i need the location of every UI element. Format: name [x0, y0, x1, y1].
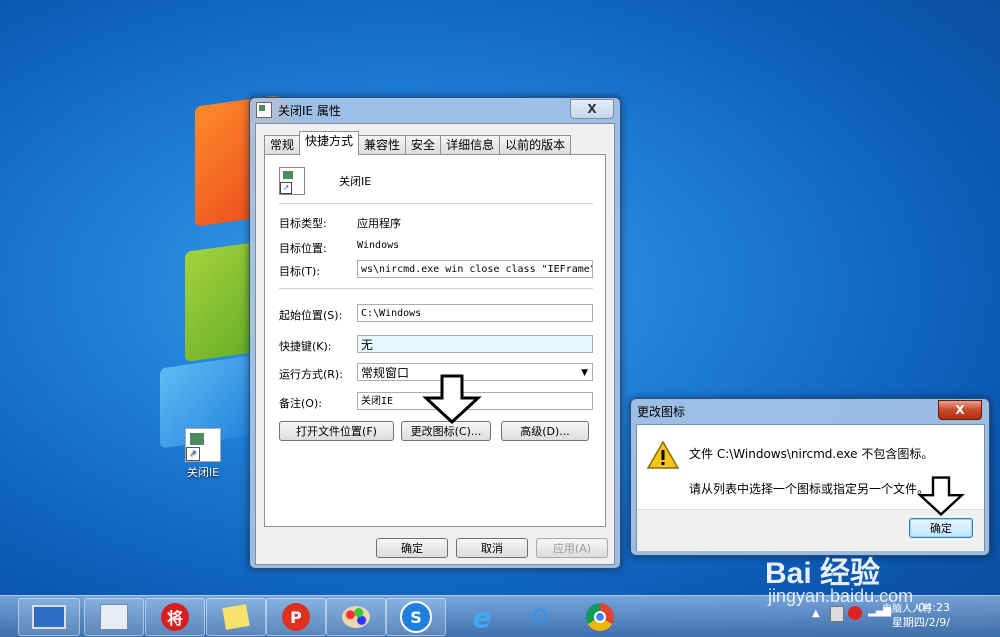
separator	[279, 288, 593, 289]
tab-previous-versions[interactable]: 以前的版本	[499, 135, 572, 155]
explorer-icon	[100, 604, 128, 630]
shortcut-tab-content: ↗ 关闭IE 目标类型: 应用程序 目标位置: Windows 目标(T): w…	[264, 154, 606, 527]
p-app-icon: P	[282, 603, 310, 631]
target-type-label: 目标类型:	[279, 217, 327, 230]
clock-date: 星期四/2/9/	[891, 616, 950, 629]
taskbar-p-app[interactable]: P	[266, 598, 326, 636]
close-button[interactable]: X	[938, 400, 982, 420]
desktop-shortcut-close-ie[interactable]: 关闭IE	[178, 428, 228, 480]
close-button[interactable]: X	[570, 99, 614, 119]
taskbar-sticky-notes[interactable]	[206, 598, 266, 636]
tab-details[interactable]: 详细信息	[440, 135, 501, 155]
start-in-label: 起始位置(S):	[279, 309, 343, 322]
target-label: 目标(T):	[279, 265, 321, 278]
cancel-button[interactable]: 取消	[456, 538, 528, 558]
tab-general[interactable]: 常规	[264, 135, 301, 155]
target-type-value: 应用程序	[357, 217, 401, 230]
run-label: 运行方式(R):	[279, 368, 343, 381]
separator	[279, 203, 593, 204]
tab-strip: 常规 快捷方式 兼容性 安全 详细信息 以前的版本	[264, 131, 572, 155]
open-file-location-button[interactable]: 打开文件位置(F)	[279, 421, 394, 441]
tab-shortcut[interactable]: 快捷方式	[299, 131, 360, 155]
taskbar-ie[interactable]: e	[452, 598, 512, 636]
dialog-message-1: 文件 C:\Windows\nircmd.exe 不包含图标。	[689, 447, 934, 461]
annotation-arrow-icon	[422, 374, 482, 424]
dialog-message-2: 请从列表中选择一个图标或指定另一个文件。	[689, 482, 930, 496]
network-icon[interactable]	[830, 606, 844, 622]
start-in-field[interactable]: C:\Windows	[357, 304, 593, 322]
show-desktop-button[interactable]	[18, 598, 80, 636]
s-app-icon: S	[400, 601, 432, 633]
paint-palette-icon	[342, 606, 370, 628]
taskbar: 将 P S e ⚙ ▲ ▂▄▆ 电脑人人有 04:23 星期四/2/9/ jin…	[0, 586, 1000, 637]
taskbar-paint[interactable]	[326, 598, 386, 636]
run-select-value: 常规窗口	[361, 366, 410, 380]
hotkey-label: 快捷键(K):	[279, 340, 332, 353]
tab-compatibility[interactable]: 兼容性	[358, 135, 407, 155]
warning-icon	[647, 441, 679, 469]
annotation-arrow-icon	[917, 476, 965, 516]
taskbar-chrome[interactable]	[570, 598, 630, 636]
monitor-icon	[32, 605, 66, 629]
internet-explorer-icon: e	[472, 600, 492, 634]
properties-titlebar[interactable]: 关闭IE 属性	[250, 98, 620, 122]
chess-icon: 将	[161, 603, 189, 631]
shortcut-icon	[256, 102, 272, 118]
dialog-title: 更改图标	[637, 404, 686, 419]
shortcut-big-icon: ↗	[279, 167, 305, 195]
shortcut-name: 关闭IE	[339, 175, 372, 188]
sticky-notes-icon	[222, 604, 250, 630]
target-location-label: 目标位置:	[279, 242, 327, 255]
window-title: 关闭IE 属性	[278, 103, 341, 118]
tray-up-arrow-icon[interactable]: ▲	[812, 608, 820, 619]
watermark-url: jingyan.baidu.com	[768, 586, 914, 606]
taskbar-settings[interactable]: ⚙	[510, 598, 570, 636]
dialog-ok-button[interactable]: 确定	[909, 518, 973, 538]
ok-button[interactable]: 确定	[376, 538, 448, 558]
target-field[interactable]: ws\nircmd.exe win close class "IEFrame"	[357, 260, 593, 278]
tab-security[interactable]: 安全	[405, 135, 442, 155]
properties-panel: 常规 快捷方式 兼容性 安全 详细信息 以前的版本 ↗ 关闭IE 目标类型: 应…	[255, 123, 615, 565]
antivirus-icon[interactable]	[848, 606, 862, 620]
change-icon-button[interactable]: 更改图标(C)...	[401, 421, 491, 441]
taskbar-chess-app[interactable]: 将	[145, 598, 205, 636]
properties-window: 关闭IE 属性 X 常规 快捷方式 兼容性 安全 详细信息 以前的版本 ↗ 关闭…	[249, 97, 621, 569]
comment-label: 备注(O):	[279, 397, 322, 410]
hotkey-field[interactable]: 无	[357, 335, 593, 353]
apply-button[interactable]: 应用(A)	[536, 538, 608, 558]
gear-icon: ⚙	[529, 603, 551, 631]
shortcut-icon	[185, 428, 221, 462]
taskbar-explorer[interactable]	[84, 598, 144, 636]
change-icon-titlebar[interactable]: 更改图标	[631, 399, 989, 423]
chrome-icon	[586, 603, 614, 631]
chevron-down-icon[interactable]: ▼	[581, 364, 588, 380]
target-location-value: Windows	[357, 240, 400, 251]
desktop-icon-label: 关闭IE	[186, 466, 220, 479]
taskbar-s-app[interactable]: S	[386, 598, 446, 636]
advanced-button[interactable]: 高级(D)...	[501, 421, 589, 441]
